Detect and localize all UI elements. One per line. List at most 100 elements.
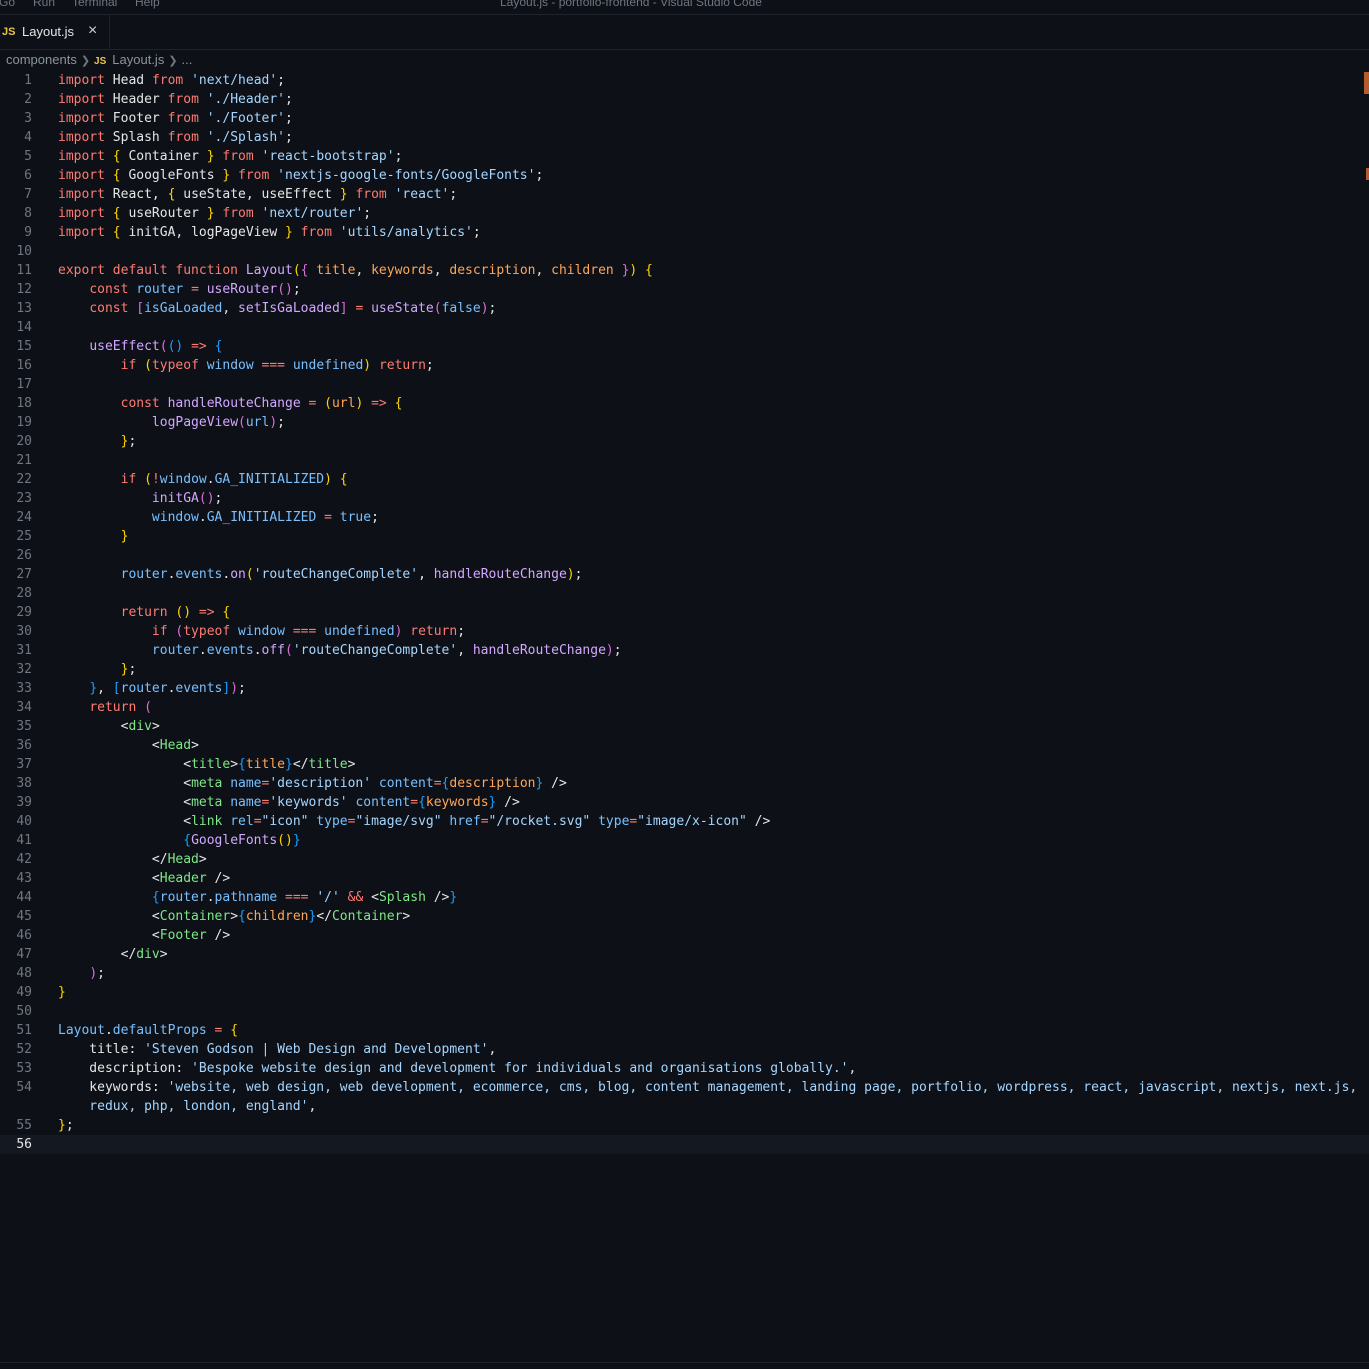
code-line[interactable]: 11 export default function Layout({ title… [0,261,1369,280]
code-line[interactable]: 33 }, [router.events]); [0,679,1369,698]
line-number: 46 [16,928,32,943]
code-line[interactable]: 18 const handleRouteChange = (url) => { [0,394,1369,413]
line-number: 2 [24,92,32,107]
code-editor[interactable]: 1 import Head from 'next/head'; 2 import He… [0,71,1369,1154]
code-line[interactable]: 41 {GoogleFonts()} [0,831,1369,850]
code-text: {GoogleFonts()} [183,833,301,848]
code-line[interactable]: 46 <Footer /> [0,926,1369,945]
line-number: 41 [16,833,32,848]
line-number: 11 [16,263,32,278]
code-line[interactable]: 31 router.events.off('routeChangeComplet… [0,641,1369,660]
code-line[interactable]: 55}; [0,1116,1369,1135]
code-line[interactable]: 35 <div> [0,717,1369,736]
code-line[interactable]: redux, php, london, england', [0,1097,1369,1116]
close-icon[interactable]: × [88,22,97,40]
code-line[interactable]: 43 <Header /> [0,869,1369,888]
code-line[interactable]: 54 keywords: 'website, web design, web d… [0,1078,1369,1097]
code-text: <div> [58,719,160,734]
code-line[interactable]: 14 [0,318,1369,337]
menu-help[interactable]: Help [135,0,160,9]
code-text: {router.pathname === '/' && <Splash />} [151,890,458,905]
code-line[interactable]: 13 const [isGaLoaded, setIsGaLoaded] = u… [0,299,1369,318]
menu-go[interactable]: Go [0,0,15,9]
code-line[interactable]: 40 <link rel="icon" type="image/svg" hre… [0,812,1369,831]
line-number: 13 [16,301,32,316]
code-text: </div> [58,947,168,962]
line-number: 34 [16,700,32,715]
code-line[interactable]: 2 import Header from './Header'; [0,90,1369,109]
code-line[interactable]: 27 router.events.on('routeChangeComplete… [0,565,1369,584]
code-line[interactable]: 16 if (typeof window === undefined) retu… [0,356,1369,375]
line-number: 9 [24,225,32,240]
code-line[interactable]: 39 <meta name='keywords' content={keywor… [0,793,1369,812]
code-line[interactable]: 47 </div> [0,945,1369,964]
code-line[interactable]: 7 import React, { useState, useEffect } f… [0,185,1369,204]
line-number: 47 [16,947,32,962]
code-line[interactable]: 21 [0,451,1369,470]
line-number: 38 [16,776,32,791]
menu-terminal[interactable]: Terminal [72,0,117,9]
code-line[interactable]: 49} [0,983,1369,1002]
line-number: 25 [16,529,32,544]
code-text: import Header from './Header'; [58,92,293,107]
line-number: 10 [16,244,32,259]
line-number: 7 [24,187,32,202]
code-line[interactable]: 25 } [0,527,1369,546]
code-line[interactable]: 26 [0,546,1369,565]
line-number: 12 [16,282,32,297]
code-line[interactable]: 4 import Splash from './Splash'; [0,128,1369,147]
code-line[interactable]: 1 import Head from 'next/head'; [0,71,1369,90]
code-line[interactable]: 45 <Container>{children}</Container> [0,907,1369,926]
code-text: }; [120,434,137,449]
code-line[interactable]: 32 }; [0,660,1369,679]
code-line[interactable]: 56 [0,1135,1369,1154]
line-number: 17 [16,377,32,392]
code-line[interactable]: 24 window.GA_INITIALIZED = true; [0,508,1369,527]
code-line[interactable]: 38 <meta name='description' content={des… [0,774,1369,793]
js-file-icon: JS [2,26,16,38]
code-line[interactable]: 28 [0,584,1369,603]
code-line[interactable]: 23 initGA(); [0,489,1369,508]
code-line[interactable]: 29 return () => { [0,603,1369,622]
breadcrumb-file[interactable]: Layout.js [112,52,164,67]
code-line[interactable]: 37 <title>{title}</title> [0,755,1369,774]
code-text: const handleRouteChange = (url) => { [120,396,403,411]
code-line[interactable]: 8 import { useRouter } from 'next/router'… [0,204,1369,223]
code-text: } [120,529,129,544]
code-line[interactable]: 34 return ( [0,698,1369,717]
code-line[interactable]: 48 ); [0,964,1369,983]
line-number: 26 [16,548,32,563]
code-line[interactable]: 10 [0,242,1369,261]
code-line[interactable]: 5 import { Container } from 'react-bootst… [0,147,1369,166]
code-line[interactable]: 3 import Footer from './Footer'; [0,109,1369,128]
breadcrumb-folder[interactable]: components [6,52,77,67]
code-line[interactable]: 42 </Head> [0,850,1369,869]
code-line[interactable]: 36 <Head> [0,736,1369,755]
line-number: 1 [24,73,32,88]
code-line[interactable]: 22 if (!window.GA_INITIALIZED) { [0,470,1369,489]
code-line[interactable]: 15 useEffect(() => { [0,337,1369,356]
line-number: 45 [16,909,32,924]
breadcrumb-symbol[interactable]: ... [182,52,193,67]
code-line[interactable]: 20 }; [0,432,1369,451]
code-line[interactable]: 44 {router.pathname === '/' && <Splash /… [0,888,1369,907]
code-text: const router = useRouter(); [89,282,301,297]
breadcrumb: components ❯ JS Layout.js ❯... [6,52,192,70]
chevron-right-icon: ❯ [168,55,178,67]
code-line[interactable]: 6 import { GoogleFonts } from 'nextjs-goo… [0,166,1369,185]
line-number: 44 [16,890,32,905]
tab-layout-js[interactable]: JS Layout.js × [0,15,110,49]
menu-run[interactable]: Run [33,0,55,9]
code-line[interactable]: 9 import { initGA, logPageView } from 'ut… [0,223,1369,242]
code-text: <meta name='description' content={descri… [58,776,567,791]
code-line[interactable]: 30 if (typeof window === undefined) retu… [0,622,1369,641]
code-line[interactable]: 53 description: 'Bespoke website design … [0,1059,1369,1078]
code-line[interactable]: 52 title: 'Steven Godson | Web Design an… [0,1040,1369,1059]
code-text: const [isGaLoaded, setIsGaLoaded] = useS… [89,301,497,316]
code-line[interactable]: 50 [0,1002,1369,1021]
code-line[interactable]: 19 logPageView(url); [0,413,1369,432]
line-number: 52 [16,1042,32,1057]
code-line[interactable]: 51 Layout.defaultProps = { [0,1021,1369,1040]
code-line[interactable]: 12 const router = useRouter(); [0,280,1369,299]
code-line[interactable]: 17 [0,375,1369,394]
